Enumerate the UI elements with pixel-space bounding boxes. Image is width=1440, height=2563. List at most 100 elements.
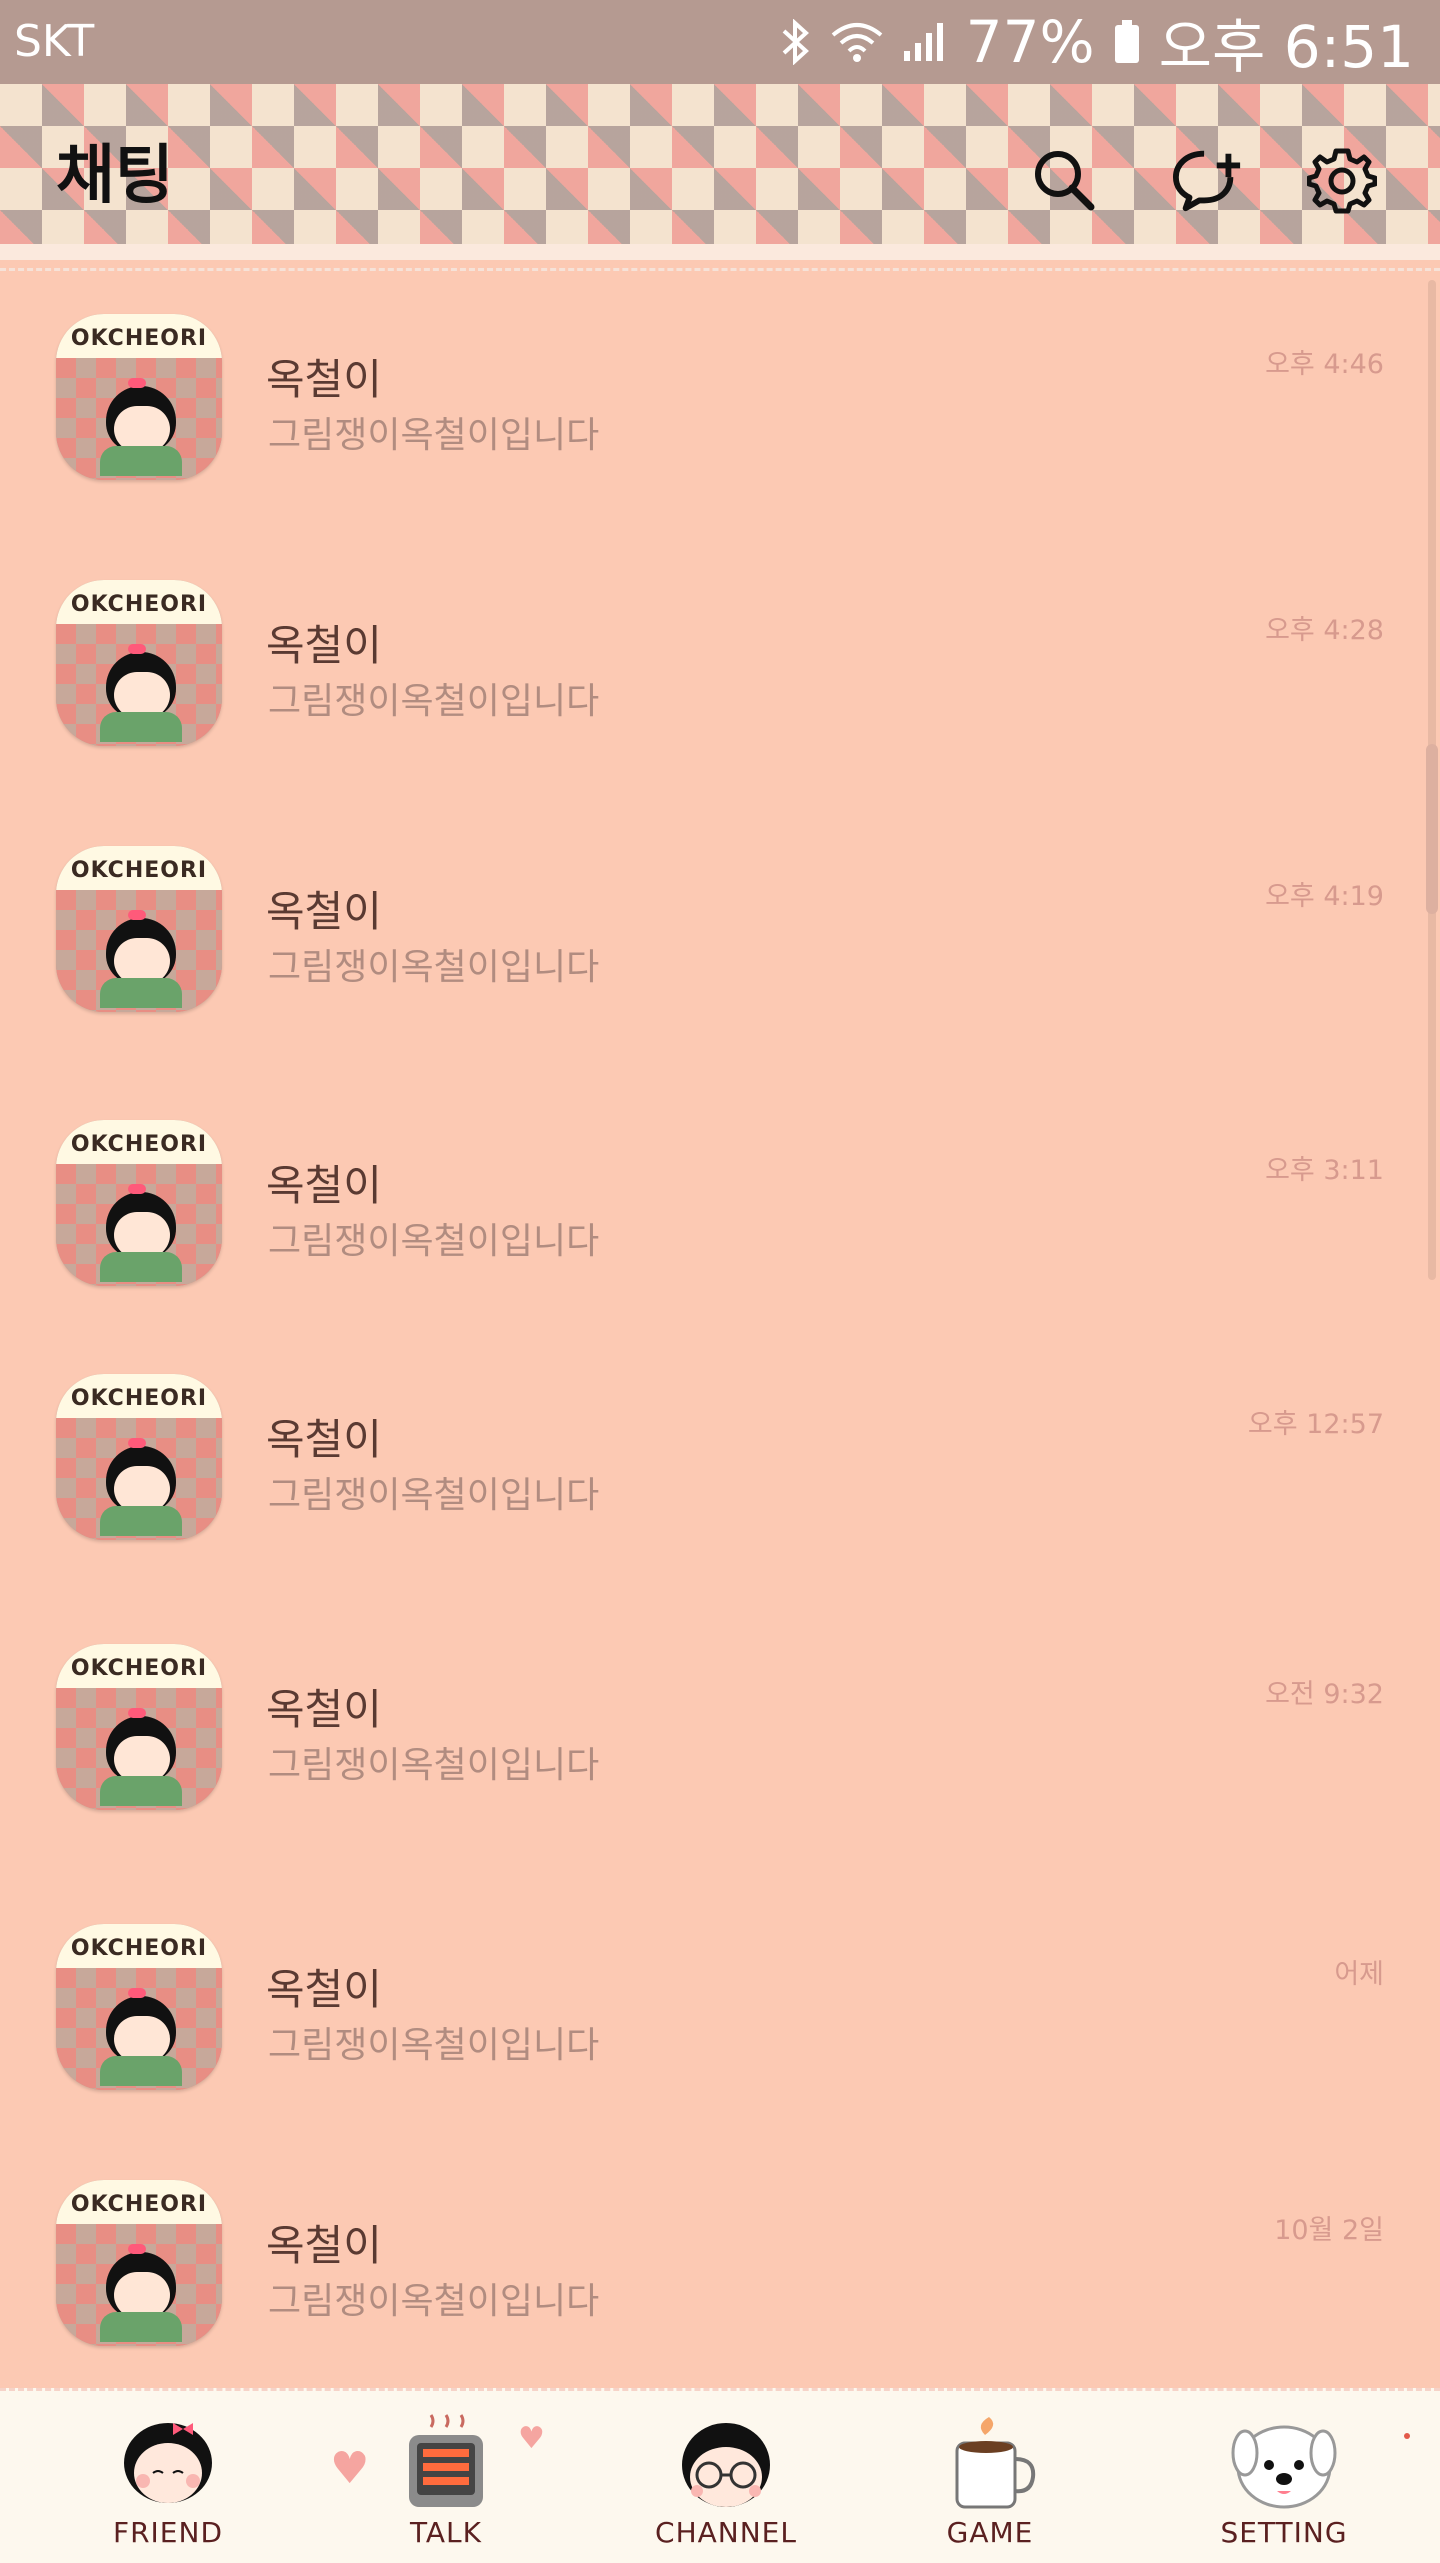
chat-name: 옥철이 bbox=[266, 887, 382, 936]
boy-glasses-icon bbox=[671, 2413, 781, 2513]
chat-name: 옥철이 bbox=[266, 621, 382, 670]
avatar-girl-body bbox=[100, 1252, 182, 1282]
avatar-bow bbox=[128, 378, 146, 388]
avatar-bow bbox=[128, 1708, 146, 1718]
chat-message: 그림쟁이옥철이입니다 bbox=[268, 2281, 600, 2322]
heater-icon bbox=[391, 2413, 501, 2513]
search-icon bbox=[1035, 151, 1095, 211]
chat-time: 오후 4:28 bbox=[1265, 615, 1384, 646]
avatar-girl-body bbox=[100, 1776, 182, 1806]
avatar[interactable]: OKCHEORI bbox=[56, 846, 222, 1012]
chat-message: 그림쟁이옥철이입니다 bbox=[268, 947, 600, 988]
new-chat-icon bbox=[1172, 150, 1241, 212]
scrollbar-thumb[interactable] bbox=[1426, 744, 1438, 914]
chat-time: 오후 12:57 bbox=[1247, 1409, 1384, 1440]
avatar-bow bbox=[128, 1988, 146, 1998]
avatar[interactable]: OKCHEORI bbox=[56, 1644, 222, 1810]
signal-icon bbox=[902, 21, 948, 63]
nav-talk[interactable]: TALK bbox=[336, 2391, 556, 2563]
chat-message: 그림쟁이옥철이입니다 bbox=[268, 1221, 600, 1262]
chat-name: 옥철이 bbox=[266, 1685, 382, 1734]
chat-row[interactable]: OKCHEORI 옥철이 그림쟁이옥철이입니다 오후 12:57 bbox=[0, 1350, 1420, 1570]
coffee-cup-icon bbox=[935, 2413, 1045, 2513]
nav-game[interactable]: GAME bbox=[880, 2391, 1100, 2563]
nav-setting[interactable]: SETTING bbox=[1174, 2391, 1394, 2563]
avatar-girl-body bbox=[100, 978, 182, 1008]
avatar-girl-body bbox=[100, 2312, 182, 2342]
chat-name: 옥철이 bbox=[266, 1161, 382, 1210]
battery-percent: 77% bbox=[965, 8, 1095, 76]
chat-row[interactable]: OKCHEORI 옥철이 그림쟁이옥철이입니다 10월 2일 bbox=[0, 2156, 1420, 2376]
chat-message: 그림쟁이옥철이입니다 bbox=[268, 1745, 600, 1786]
chat-time: 10월 2일 bbox=[1274, 2215, 1384, 2246]
status-clock: 오후 6:51 bbox=[1158, 13, 1414, 81]
chat-row[interactable]: OKCHEORI 옥철이 그림쟁이옥철이입니다 오후 4:28 bbox=[0, 556, 1420, 776]
chat-name: 옥철이 bbox=[266, 1965, 382, 2014]
nav-setting-label: SETTING bbox=[1220, 2516, 1348, 2549]
avatar-bow bbox=[128, 1438, 146, 1448]
avatar[interactable]: OKCHEORI bbox=[56, 580, 222, 746]
avatar-bow bbox=[128, 1184, 146, 1194]
chat-row[interactable]: OKCHEORI 옥철이 그림쟁이옥철이입니다 오후 3:11 bbox=[0, 1096, 1420, 1316]
avatar-brand-text: OKCHEORI bbox=[56, 1924, 222, 1968]
bottom-nav: FRIEND ♥ ♥ TALK CHANNEL GAME SETTING bbox=[0, 2388, 1440, 2563]
avatar-bow bbox=[128, 2244, 146, 2254]
avatar-girl-body bbox=[100, 446, 182, 476]
chat-name: 옥철이 bbox=[266, 355, 382, 404]
avatar[interactable]: OKCHEORI bbox=[56, 1374, 222, 1540]
nav-game-label: GAME bbox=[946, 2516, 1034, 2549]
chat-name: 옥철이 bbox=[266, 1415, 382, 1464]
nav-friend[interactable]: FRIEND bbox=[58, 2391, 278, 2563]
chat-row[interactable]: OKCHEORI 옥철이 그림쟁이옥철이입니다 오후 4:19 bbox=[0, 822, 1420, 1042]
settings-icon bbox=[1307, 148, 1377, 214]
page-title: 채팅 bbox=[56, 139, 174, 213]
chat-message: 그림쟁이옥철이입니다 bbox=[268, 2025, 600, 2066]
nav-friend-label: FRIEND bbox=[112, 2516, 223, 2549]
avatar-brand-text: OKCHEORI bbox=[56, 1644, 222, 1688]
avatar-brand-text: OKCHEORI bbox=[56, 580, 222, 624]
avatar[interactable]: OKCHEORI bbox=[56, 1120, 222, 1286]
chat-message: 그림쟁이옥철이입니다 bbox=[268, 415, 600, 456]
avatar-brand-text: OKCHEORI bbox=[56, 2180, 222, 2224]
avatar-brand-text: OKCHEORI bbox=[56, 314, 222, 358]
chat-name: 옥철이 bbox=[266, 2221, 382, 2270]
settings-button[interactable] bbox=[1306, 144, 1378, 216]
wifi-icon bbox=[830, 21, 884, 63]
avatar-bow bbox=[128, 644, 146, 654]
chat-time: 오후 3:11 bbox=[1265, 1155, 1384, 1186]
bluetooth-icon bbox=[778, 19, 812, 65]
avatar-girl-body bbox=[100, 712, 182, 742]
puppy-icon bbox=[1229, 2413, 1339, 2513]
search-button[interactable] bbox=[1028, 144, 1100, 216]
notification-dot bbox=[1404, 2433, 1410, 2439]
new-chat-button[interactable] bbox=[1172, 144, 1244, 216]
header-divider bbox=[0, 268, 1440, 271]
avatar-bow bbox=[128, 910, 146, 920]
avatar[interactable]: OKCHEORI bbox=[56, 314, 222, 480]
avatar-brand-text: OKCHEORI bbox=[56, 1374, 222, 1418]
girl-face-icon bbox=[113, 2413, 223, 2513]
status-bar: SKT 77% 오후 6:51 bbox=[0, 0, 1440, 84]
nav-channel[interactable]: CHANNEL bbox=[616, 2391, 836, 2563]
chat-row[interactable]: OKCHEORI 옥철이 그림쟁이옥철이입니다 어제 bbox=[0, 1900, 1420, 2120]
chat-message: 그림쟁이옥철이입니다 bbox=[268, 1475, 600, 1516]
chat-time: 어제 bbox=[1334, 1959, 1384, 1990]
avatar[interactable]: OKCHEORI bbox=[56, 2180, 222, 2346]
chat-row[interactable]: OKCHEORI 옥철이 그림쟁이옥철이입니다 오전 9:32 bbox=[0, 1620, 1420, 1840]
avatar-girl-body bbox=[100, 2056, 182, 2086]
header: 채팅 bbox=[0, 84, 1440, 260]
nav-talk-label: TALK bbox=[409, 2516, 483, 2549]
chat-time: 오후 4:19 bbox=[1265, 881, 1384, 912]
chat-row[interactable]: OKCHEORI 옥철이 그림쟁이옥철이입니다 오후 4:46 bbox=[0, 290, 1420, 510]
nav-channel-label: CHANNEL bbox=[655, 2516, 797, 2549]
battery-icon bbox=[1113, 19, 1141, 65]
chat-time: 오전 9:32 bbox=[1265, 1679, 1384, 1710]
chat-time: 오후 4:46 bbox=[1265, 349, 1384, 380]
avatar[interactable]: OKCHEORI bbox=[56, 1924, 222, 2090]
avatar-brand-text: OKCHEORI bbox=[56, 1120, 222, 1164]
avatar-girl-body bbox=[100, 1506, 182, 1536]
chat-message: 그림쟁이옥철이입니다 bbox=[268, 681, 600, 722]
status-icons: 77% 오후 6:51 bbox=[778, 8, 1414, 81]
carrier-name: SKT bbox=[14, 16, 95, 67]
avatar-brand-text: OKCHEORI bbox=[56, 846, 222, 890]
